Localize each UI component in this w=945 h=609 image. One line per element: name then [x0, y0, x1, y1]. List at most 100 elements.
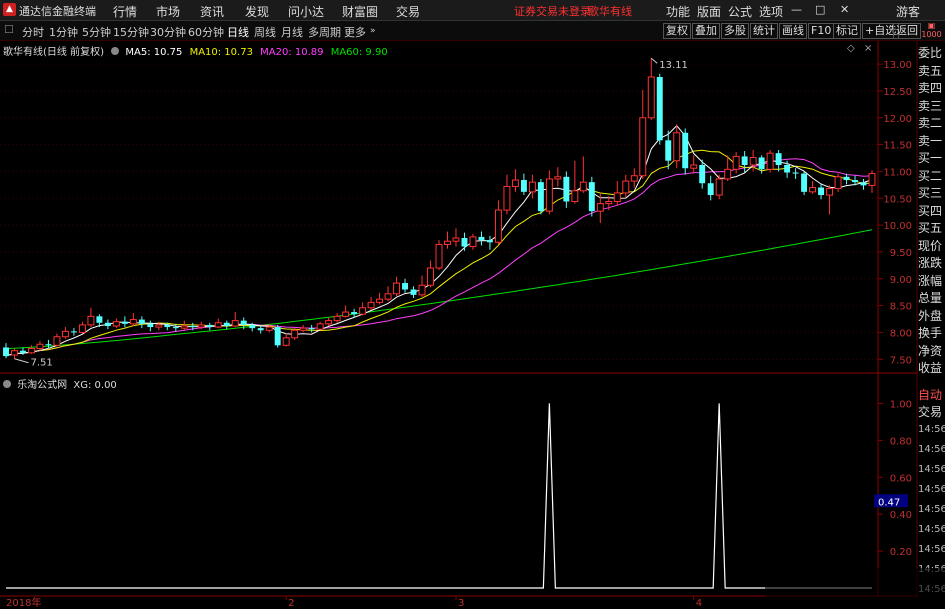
candle-body-up: [766, 152, 774, 170]
quote-label: 买四: [918, 203, 943, 218]
candle-body-up: [129, 319, 137, 325]
candle: [367, 297, 375, 310]
candle-body-up: [605, 200, 613, 205]
y-tick-label: 8.50: [890, 302, 912, 313]
candle-body-up: [333, 315, 341, 322]
stock-chart-area[interactable]: 13.11 7.51 7.50 8.00 8.50 9.00 9.50 10.00 10.50…: [0, 0, 945, 609]
candle: [61, 327, 69, 339]
indicator-legend: 乐淘公式网 XG: 0.00: [3, 376, 117, 391]
candle-body-down: [801, 173, 808, 192]
candle-body-up: [27, 348, 35, 354]
level-badge-icon: ▣ 1000: [921, 21, 942, 39]
sub-y-tick-label: 0.60: [890, 473, 912, 484]
candle: [461, 232, 468, 251]
candle: [410, 286, 417, 299]
candle-body-up: [367, 301, 375, 309]
candle-body-up: [809, 187, 817, 193]
candle-body-up: [630, 175, 638, 182]
close-chart-icon[interactable]: ×: [864, 43, 872, 54]
candle: [121, 316, 128, 328]
y-tick-label: 11.00: [883, 167, 912, 178]
ma10-value: MA10: 10.73: [189, 47, 253, 58]
trade-time: 14:56: [918, 524, 945, 535]
candle-body-down: [104, 322, 111, 326]
y-tick-label: 9.00: [890, 275, 912, 286]
candle-body-up: [418, 284, 426, 296]
quote-label: 收益: [918, 361, 943, 375]
candle: [596, 193, 604, 223]
candle-body-up: [359, 307, 367, 315]
candle-body-up: [78, 324, 86, 333]
candle-body-up: [393, 282, 401, 295]
candle: [545, 170, 553, 215]
quote-label: 买三: [918, 186, 943, 200]
candle-body-down: [138, 319, 145, 324]
candle-body-up: [435, 243, 443, 269]
y-tick-label: 13.00: [883, 60, 912, 71]
candle: [291, 328, 299, 340]
candle: [308, 324, 315, 333]
candle-body-down: [588, 182, 595, 212]
candle-body-up: [112, 321, 120, 327]
candle: [231, 312, 239, 328]
y-tick-label: 9.50: [890, 248, 912, 259]
candle-body-down: [852, 180, 858, 183]
candle-body-up: [155, 324, 163, 328]
quote-label: 净资: [918, 343, 943, 358]
y-tick-label: 12.50: [883, 87, 912, 98]
candle-body-up: [87, 315, 95, 326]
settings-circle-icon[interactable]: [3, 380, 11, 388]
candle: [129, 313, 137, 326]
y-tick-label: 7.50: [890, 355, 912, 366]
trade-label[interactable]: 交易: [918, 403, 945, 421]
candle-body-up: [291, 329, 299, 339]
candle: [563, 171, 570, 208]
quote-label: 买一: [918, 151, 943, 165]
quote-label: 换手: [918, 326, 943, 340]
xg-signal-line: [6, 403, 872, 589]
candle-body-down: [656, 76, 663, 141]
y-tick-label: 10.50: [883, 194, 912, 205]
candle: [707, 175, 714, 201]
candle-body-up: [299, 327, 307, 331]
candle: [469, 233, 477, 250]
candle-body-up: [554, 176, 562, 180]
candle-body-up: [673, 132, 681, 162]
candle: [452, 228, 460, 247]
candle-body-down: [707, 183, 714, 196]
auto-trade-label[interactable]: 自动: [918, 386, 945, 404]
low-pointer: [14, 358, 29, 364]
candle: [622, 174, 630, 198]
y-tick-label: 12.00: [883, 114, 912, 125]
candle: [766, 149, 774, 173]
xg-value: XG: 0.00: [73, 380, 117, 391]
y-tick-label: 11.50: [883, 141, 912, 152]
trade-time: 14:56: [918, 424, 945, 435]
candle-body-up: [639, 117, 647, 177]
candle-body-up: [452, 237, 460, 242]
candle-body-down: [223, 322, 230, 326]
candle-body-up: [511, 179, 519, 187]
candle: [613, 181, 621, 206]
candle-body-down: [818, 187, 825, 196]
settings-circle-icon[interactable]: [111, 47, 120, 55]
diamond-icon[interactable]: ◇: [847, 43, 855, 54]
candle-body-up: [469, 236, 477, 248]
candle-body-up: [342, 311, 350, 317]
candle: [376, 292, 384, 305]
candle-body-up: [376, 298, 384, 303]
candle: [299, 324, 307, 333]
candle-body-down: [843, 176, 850, 181]
candle-body-up: [571, 190, 579, 202]
candle-body-up: [826, 188, 834, 196]
candle: [316, 321, 324, 331]
candle-body-up: [231, 320, 239, 327]
candle-body-down: [164, 324, 171, 328]
candle: [673, 124, 681, 169]
candle-body-up: [36, 343, 44, 350]
candle-body-down: [784, 164, 791, 173]
candle-body-down: [520, 180, 527, 192]
quote-label: 总量: [918, 291, 943, 305]
candle: [112, 318, 120, 329]
candle-body-up: [715, 178, 723, 196]
